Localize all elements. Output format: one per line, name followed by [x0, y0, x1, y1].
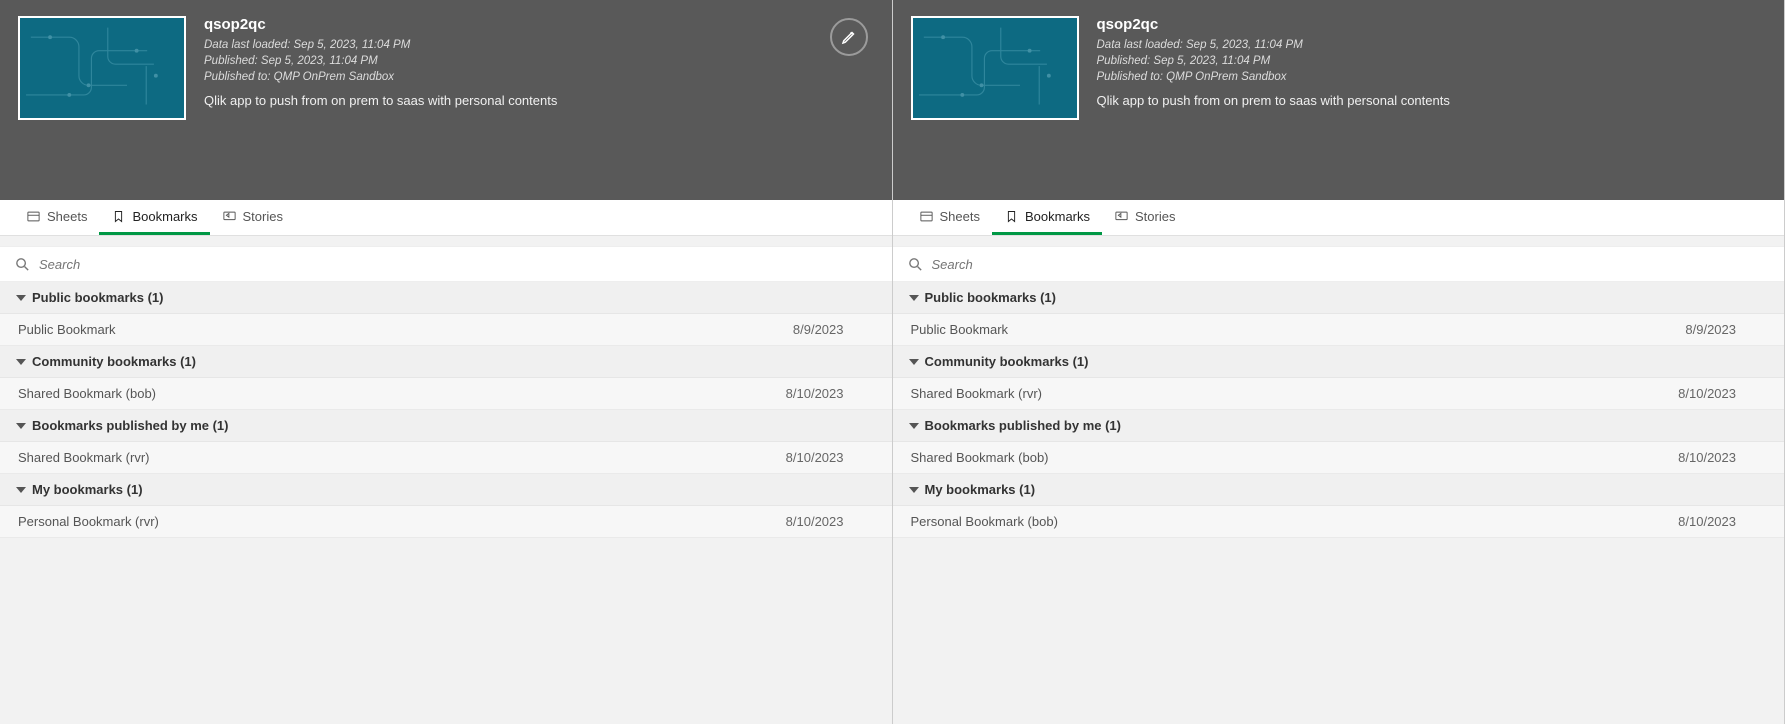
app-info: qsop2qc Data last loaded: Sep 5, 2023, 1…: [204, 16, 874, 108]
tab-stories-label: Stories: [243, 209, 283, 224]
bookmark-row[interactable]: Personal Bookmark (rvr) 8/10/2023: [0, 506, 892, 538]
bookmark-date: 8/10/2023: [1678, 450, 1766, 465]
bookmark-name: Shared Bookmark (rvr): [18, 450, 149, 465]
chevron-down-icon: [909, 295, 919, 301]
section-title: Bookmarks published by me (1): [32, 418, 229, 433]
section-my-bookmarks[interactable]: My bookmarks (1): [0, 474, 892, 506]
section-title: Community bookmarks (1): [925, 354, 1089, 369]
stories-icon: [222, 209, 237, 224]
app-panel-left: qsop2qc Data last loaded: Sep 5, 2023, 1…: [0, 0, 893, 724]
bookmark-row[interactable]: Personal Bookmark (bob) 8/10/2023: [893, 506, 1785, 538]
bookmark-name: Public Bookmark: [911, 322, 1009, 337]
search-bar[interactable]: [0, 246, 892, 282]
app-description: Qlik app to push from on prem to saas wi…: [204, 93, 874, 108]
tab-stories-label: Stories: [1135, 209, 1175, 224]
view-tabs: Sheets Bookmarks Stories: [0, 200, 892, 236]
bookmark-date: 8/10/2023: [1678, 514, 1766, 529]
bookmark-name: Personal Bookmark (rvr): [18, 514, 159, 529]
tab-sheets-label: Sheets: [940, 209, 980, 224]
tab-stories[interactable]: Stories: [210, 200, 295, 235]
app-thumbnail: [911, 16, 1079, 120]
app-thumbnail: [18, 16, 186, 120]
app-header: qsop2qc Data last loaded: Sep 5, 2023, 1…: [0, 0, 892, 200]
stories-icon: [1114, 209, 1129, 224]
section-community-bookmarks[interactable]: Community bookmarks (1): [893, 346, 1785, 378]
chevron-down-icon: [16, 487, 26, 493]
app-header: qsop2qc Data last loaded: Sep 5, 2023, 1…: [893, 0, 1785, 200]
edit-button[interactable]: [830, 18, 868, 56]
section-title: My bookmarks (1): [32, 482, 143, 497]
bookmark-date: 8/10/2023: [1678, 386, 1766, 401]
chevron-down-icon: [909, 359, 919, 365]
tab-sheets-label: Sheets: [47, 209, 87, 224]
pencil-icon: [840, 28, 858, 46]
bookmark-name: Shared Bookmark (bob): [18, 386, 156, 401]
chevron-down-icon: [909, 487, 919, 493]
tab-bookmarks-label: Bookmarks: [132, 209, 197, 224]
tab-bookmarks-label: Bookmarks: [1025, 209, 1090, 224]
bookmark-name: Shared Bookmark (rvr): [911, 386, 1042, 401]
tab-bookmarks[interactable]: Bookmarks: [99, 200, 209, 235]
search-bar[interactable]: [893, 246, 1785, 282]
section-title: Public bookmarks (1): [32, 290, 163, 305]
bookmark-icon: [1004, 209, 1019, 224]
sheets-icon: [26, 209, 41, 224]
section-published-by-me[interactable]: Bookmarks published by me (1): [0, 410, 892, 442]
view-tabs: Sheets Bookmarks Stories: [893, 200, 1785, 236]
bookmark-date: 8/9/2023: [793, 322, 874, 337]
app-title: qsop2qc: [204, 16, 874, 33]
section-my-bookmarks[interactable]: My bookmarks (1): [893, 474, 1785, 506]
section-title: My bookmarks (1): [925, 482, 1036, 497]
bookmark-icon: [111, 209, 126, 224]
search-input[interactable]: [932, 257, 1771, 272]
tab-stories[interactable]: Stories: [1102, 200, 1187, 235]
chevron-down-icon: [909, 423, 919, 429]
app-meta-published: Published: Sep 5, 2023, 11:04 PM: [1097, 53, 1767, 69]
chevron-down-icon: [16, 295, 26, 301]
bookmark-date: 8/10/2023: [786, 450, 874, 465]
search-icon: [907, 256, 924, 273]
chevron-down-icon: [16, 423, 26, 429]
app-meta-published-to: Published to: QMP OnPrem Sandbox: [204, 69, 874, 85]
section-title: Public bookmarks (1): [925, 290, 1056, 305]
section-community-bookmarks[interactable]: Community bookmarks (1): [0, 346, 892, 378]
app-meta-loaded: Data last loaded: Sep 5, 2023, 11:04 PM: [204, 37, 874, 53]
search-input[interactable]: [39, 257, 878, 272]
section-published-by-me[interactable]: Bookmarks published by me (1): [893, 410, 1785, 442]
bookmark-date: 8/10/2023: [786, 386, 874, 401]
app-meta-loaded: Data last loaded: Sep 5, 2023, 11:04 PM: [1097, 37, 1767, 53]
tab-bookmarks[interactable]: Bookmarks: [992, 200, 1102, 235]
bookmark-name: Personal Bookmark (bob): [911, 514, 1058, 529]
search-icon: [14, 256, 31, 273]
bookmark-row[interactable]: Shared Bookmark (rvr) 8/10/2023: [0, 442, 892, 474]
bookmark-row[interactable]: Public Bookmark 8/9/2023: [0, 314, 892, 346]
bookmark-name: Shared Bookmark (bob): [911, 450, 1049, 465]
bookmark-row[interactable]: Shared Bookmark (rvr) 8/10/2023: [893, 378, 1785, 410]
bookmark-date: 8/10/2023: [786, 514, 874, 529]
bookmark-row[interactable]: Public Bookmark 8/9/2023: [893, 314, 1785, 346]
app-meta-published: Published: Sep 5, 2023, 11:04 PM: [204, 53, 874, 69]
bookmark-date: 8/9/2023: [1685, 322, 1766, 337]
tab-sheets[interactable]: Sheets: [14, 200, 99, 235]
bookmark-row[interactable]: Shared Bookmark (bob) 8/10/2023: [0, 378, 892, 410]
bookmark-list: Public bookmarks (1) Public Bookmark 8/9…: [0, 282, 892, 724]
chevron-down-icon: [16, 359, 26, 365]
tab-sheets[interactable]: Sheets: [907, 200, 992, 235]
section-title: Bookmarks published by me (1): [925, 418, 1122, 433]
section-public-bookmarks[interactable]: Public bookmarks (1): [893, 282, 1785, 314]
bookmark-row[interactable]: Shared Bookmark (bob) 8/10/2023: [893, 442, 1785, 474]
sheets-icon: [919, 209, 934, 224]
app-title: qsop2qc: [1097, 16, 1767, 33]
bookmark-name: Public Bookmark: [18, 322, 116, 337]
app-info: qsop2qc Data last loaded: Sep 5, 2023, 1…: [1097, 16, 1767, 108]
app-meta-published-to: Published to: QMP OnPrem Sandbox: [1097, 69, 1767, 85]
section-public-bookmarks[interactable]: Public bookmarks (1): [0, 282, 892, 314]
bookmark-list: Public bookmarks (1) Public Bookmark 8/9…: [893, 282, 1785, 724]
app-description: Qlik app to push from on prem to saas wi…: [1097, 93, 1767, 108]
app-panel-right: qsop2qc Data last loaded: Sep 5, 2023, 1…: [893, 0, 1785, 724]
section-title: Community bookmarks (1): [32, 354, 196, 369]
